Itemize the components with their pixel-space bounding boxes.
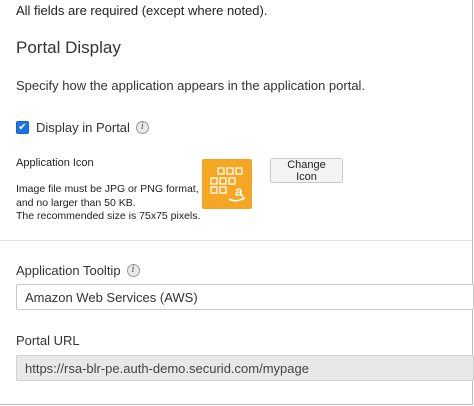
change-icon-button[interactable]: Change Icon <box>270 158 343 183</box>
amazon-aws-logo-icon: a <box>202 159 252 209</box>
section-title: Portal Display <box>16 38 121 57</box>
display-in-portal-checkbox[interactable]: ✔ <box>16 121 29 134</box>
application-tooltip-input[interactable]: Amazon Web Services (AWS) <box>16 284 474 310</box>
application-icon-help: Image file must be JPG or PNG format, an… <box>16 183 200 224</box>
icon-help-line: and no larger than 50 KB. <box>16 196 136 209</box>
portal-display-panel: All fields are required (except where no… <box>0 0 474 405</box>
display-in-portal-label[interactable]: Display in Portal <box>36 120 130 135</box>
required-fields-note: All fields are required (except where no… <box>16 3 268 18</box>
portal-url-field[interactable]: https://rsa-blr-pe.auth-demo.securid.com… <box>16 355 474 381</box>
application-icon-label: Application Icon <box>16 157 94 169</box>
section-description: Specify how the application appears in t… <box>16 78 366 93</box>
section-divider <box>0 240 472 241</box>
display-in-portal-row: ✔ Display in Portal i <box>16 120 149 135</box>
icon-help-line: Image file must be JPG or PNG format, <box>16 183 199 195</box>
application-tooltip-label: Application Tooltip <box>16 263 121 278</box>
svg-text:a: a <box>235 183 243 199</box>
info-icon[interactable]: i <box>135 121 149 134</box>
info-icon[interactable]: i <box>126 264 140 277</box>
application-tooltip-row: Application Tooltip i <box>16 263 140 278</box>
icon-help-line: The recommended size is 75x75 pixels. <box>16 210 201 222</box>
portal-url-label: Portal URL <box>16 333 80 348</box>
